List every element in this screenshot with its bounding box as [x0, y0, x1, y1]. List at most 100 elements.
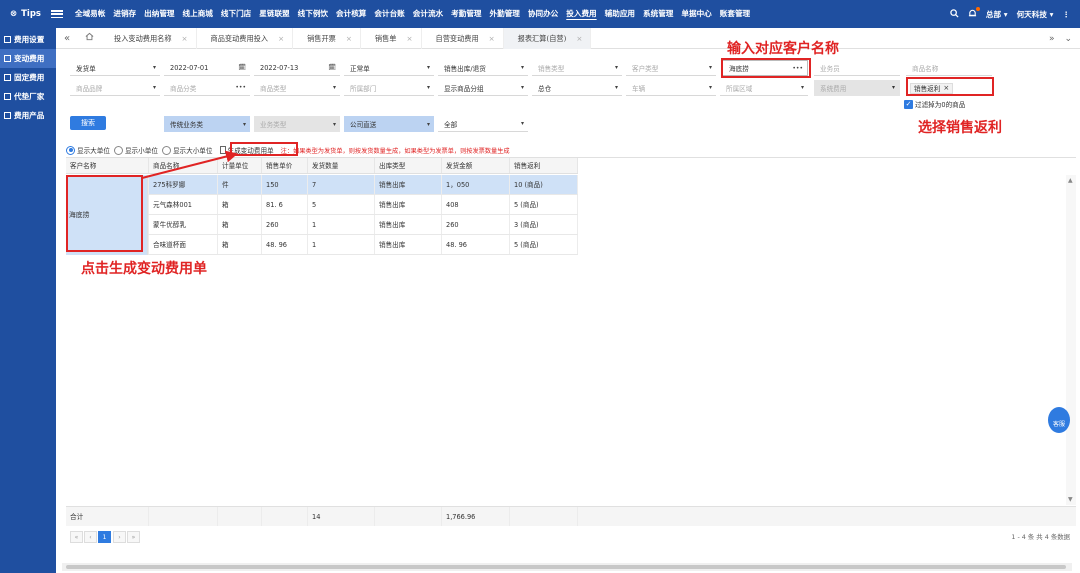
sidebar-item-vendor-advance[interactable]: 代垫厂家	[0, 87, 56, 106]
radio-big-unit[interactable]: 显示大单位	[66, 145, 110, 155]
channel-select[interactable]: 传统业务类 ▾	[164, 116, 250, 132]
expand-right-icon[interactable]: »	[1049, 34, 1055, 44]
radio-both-unit[interactable]: 显示大小单位	[161, 145, 213, 155]
user-menu[interactable]: 总部 ▾	[986, 9, 1008, 20]
sales-type-select[interactable]: 销售类型 ▾	[532, 60, 622, 76]
menu-item-10[interactable]: 考勤管理	[447, 0, 485, 28]
customer-service-button[interactable]: 客服	[1048, 407, 1070, 433]
search-icon[interactable]	[950, 8, 959, 20]
doc-icon	[4, 93, 11, 100]
menu-icon[interactable]	[50, 8, 63, 20]
close-icon: ×	[576, 33, 583, 43]
menu-item-9[interactable]: 会计流水	[409, 0, 447, 28]
tab-1[interactable]: 商品变动费用投入 ×	[197, 27, 294, 49]
chevron-down-icon: ▾	[426, 84, 430, 91]
bell-icon[interactable]	[968, 6, 980, 20]
horizontal-scrollbar[interactable]	[62, 563, 1072, 571]
menu-item-1[interactable]: 进销存	[109, 0, 140, 28]
menu-item-4[interactable]: 线下门店	[217, 0, 255, 28]
pagination: « ‹ 1 › » 1 - 4 条 共 4 条数据	[66, 530, 1076, 544]
vertical-scrollbar[interactable]: ▲ ▼	[1066, 175, 1076, 505]
sidebar-item-variable-fee[interactable]: 变动费用	[0, 49, 56, 68]
check-icon: ✓	[904, 99, 913, 109]
last-page-button[interactable]: »	[127, 531, 140, 543]
salesman-input[interactable]: 业务员	[814, 60, 900, 76]
more-icon[interactable]: ⋮	[1062, 10, 1070, 19]
chevron-down-icon: ▾	[614, 64, 618, 71]
menu-item-3[interactable]: 线上商城	[179, 0, 217, 28]
sidebar-item-fixed-fee[interactable]: 固定费用	[0, 68, 56, 87]
vehicle-select[interactable]: 车辆 ▾	[626, 80, 716, 96]
direct-select[interactable]: 公司直送 ▾	[344, 116, 434, 132]
doc-icon	[4, 55, 11, 62]
warehouse-select[interactable]: 总仓 ▾	[532, 80, 622, 96]
collapse-left-icon[interactable]: «	[56, 33, 78, 44]
sidebar-item-fee-products[interactable]: 费用产品	[0, 106, 56, 125]
all-select[interactable]: 全部 ▾	[438, 116, 528, 132]
goods-category-input[interactable]: 商品分类 •••	[164, 80, 250, 96]
doc-icon	[4, 112, 11, 119]
customer-cell-highlight-box	[66, 175, 143, 252]
biz-type-select[interactable]: 业务类型 ▾	[254, 116, 340, 132]
menu-item-15[interactable]: 系统管理	[639, 0, 677, 28]
menu-item-16[interactable]: 单据中心	[677, 0, 715, 28]
out-type-select[interactable]: 销售出库/退货 ▾	[438, 60, 528, 76]
customer-type-select[interactable]: 客户类型 ▾	[626, 60, 716, 76]
brand-select[interactable]: 商品品牌 ▾	[70, 80, 160, 96]
first-page-button[interactable]: «	[70, 531, 83, 543]
search-button[interactable]: 搜索	[70, 116, 106, 130]
chevron-down-icon[interactable]: ⌄	[1064, 34, 1072, 44]
menu-item-5[interactable]: 星链联盟	[255, 0, 293, 28]
show-group-select[interactable]: 显示商品分组 ▾	[438, 80, 528, 96]
top-right-tools: 总部 ▾ 何天科技 ▾ ⋮	[950, 0, 1070, 28]
menu-item-13[interactable]: 投入费用	[562, 0, 600, 28]
menu-item-6[interactable]: 线下例饮	[294, 0, 332, 28]
filter-zero-checkbox[interactable]: ✓ 过滤掉为0的商品	[904, 99, 965, 109]
chevron-down-icon[interactable]: ▾	[892, 84, 895, 91]
tab-0[interactable]: 投入变动费用名称 ×	[100, 27, 197, 49]
tab-2[interactable]: 销售开票 ×	[293, 27, 361, 49]
tab-4[interactable]: 自营变动费用 ×	[422, 27, 504, 49]
table-header: 客户名称 商品名称 计量单位 销售单价 发货数量 出库类型 发货金额 销售返利	[66, 158, 578, 174]
menu-item-14[interactable]: 辅助应用	[601, 0, 639, 28]
close-icon: ×	[406, 33, 413, 43]
chevron-down-icon: ▾	[520, 64, 524, 71]
tab-bar: « 投入变动费用名称 × 商品变动费用投入 × 销售开票 × 销售单 × 自营变动费用 ×…	[56, 27, 1080, 49]
doc-status-select[interactable]: 正常单 ▾	[344, 60, 434, 76]
menu-item-8[interactable]: 会计台账	[370, 0, 408, 28]
chevron-down-icon: ▾	[708, 64, 712, 71]
goods-name-input[interactable]: 商品名称	[906, 60, 992, 76]
tab-5[interactable]: 报表汇算(自营) ×	[503, 27, 592, 49]
tips-logo[interactable]: ⊗ Tips	[0, 9, 47, 19]
doc-type-select[interactable]: 发货单 ▾	[70, 60, 160, 76]
date-to-input[interactable]: 2022-07-13 🗓	[254, 60, 340, 76]
chevron-down-icon: ▾	[614, 84, 618, 91]
next-page-button[interactable]: ›	[113, 531, 126, 543]
menu-item-7[interactable]: 会计核算	[332, 0, 370, 28]
dept-select[interactable]: 所属部门 ▾	[344, 80, 434, 96]
menu-item-11[interactable]: 外勤管理	[486, 0, 524, 28]
date-from-input[interactable]: 2022-07-01 🗓	[164, 60, 250, 76]
region-select[interactable]: 所属区域 ▾	[720, 80, 808, 96]
tab-3[interactable]: 销售单 ×	[361, 27, 422, 49]
home-icon[interactable]	[78, 32, 100, 44]
radio-small-unit[interactable]: 显示小单位	[113, 145, 158, 155]
doc-icon	[4, 36, 11, 43]
system-fee-select[interactable]: 系统费用	[814, 80, 900, 96]
menu-item-2[interactable]: 出纳管理	[140, 0, 178, 28]
top-navigation: ⊗ Tips 全域易帐 进销存 出纳管理 线上商城 线下门店 星链联盟 线下例饮 …	[0, 0, 1080, 28]
prev-page-button[interactable]: ‹	[84, 531, 97, 543]
menu-item-17[interactable]: 账套管理	[716, 0, 754, 28]
company-menu[interactable]: 何天科技 ▾	[1017, 9, 1054, 20]
chevron-down-icon: ▾	[520, 84, 524, 91]
close-icon: ×	[345, 33, 352, 43]
chevron-down-icon: ▾	[242, 120, 246, 128]
sidebar: 费用设置 变动费用 固定费用 代垫厂家 费用产品	[0, 28, 56, 573]
sidebar-item-fee-settings[interactable]: 费用设置	[0, 30, 56, 49]
page-number[interactable]: 1	[98, 531, 111, 543]
more-dots-icon: •••	[235, 84, 246, 91]
menu-item-12[interactable]: 协同办公	[524, 0, 562, 28]
goods-type-select[interactable]: 商品类型 ▾	[254, 80, 340, 96]
rebate-highlight-box	[906, 77, 994, 96]
menu-item-0[interactable]: 全域易帐	[71, 0, 109, 28]
